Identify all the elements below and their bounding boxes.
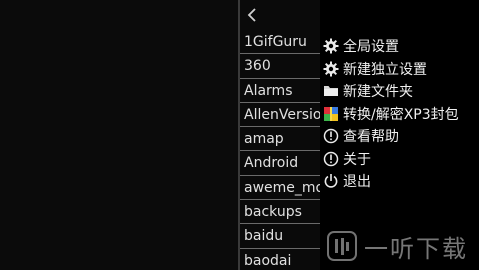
- info-icon: [322, 127, 340, 145]
- file-list-item[interactable]: aweme_monitor: [240, 176, 320, 201]
- file-browser-panel: 1GifGuru 360 Alarms AllenVersion amap An…: [240, 0, 320, 270]
- left-blank-area: [0, 0, 238, 270]
- file-list-item[interactable]: baodai: [240, 249, 320, 270]
- back-button[interactable]: [240, 0, 320, 30]
- file-list-item[interactable]: amap: [240, 127, 320, 152]
- file-list-item[interactable]: baidu: [240, 224, 320, 249]
- file-list-item[interactable]: Android: [240, 151, 320, 176]
- site-watermark: 一听下载: [326, 226, 479, 266]
- menu-item-label: 全局设置: [343, 39, 399, 56]
- chevron-left-icon: [246, 8, 260, 22]
- file-list-item[interactable]: backups: [240, 200, 320, 225]
- file-list-item[interactable]: Alarms: [240, 79, 320, 103]
- file-list-item[interactable]: 1GifGuru: [240, 30, 320, 55]
- gear-icon: [322, 37, 340, 55]
- menu-item-label: 新建独立设置: [343, 61, 427, 78]
- file-list: 1GifGuru 360 Alarms AllenVersion amap An…: [240, 30, 320, 270]
- file-list-item[interactable]: AllenVersion: [240, 103, 320, 128]
- watermark-text: 一听下载: [364, 234, 468, 263]
- menu-item-label: 新建文件夹: [343, 84, 413, 101]
- menu-list: 全局设置 新建独立设置 新建文件夹 转换/解密XP3封包 查看帮助 关于 退出: [320, 35, 479, 193]
- menu-item-convert-decrypt-xp3[interactable]: 转换/解密XP3封包: [320, 103, 479, 126]
- menu-item-label: 关于: [343, 151, 371, 168]
- power-icon: [322, 172, 340, 190]
- package-icon: [322, 105, 340, 123]
- menu-item-label: 转换/解密XP3封包: [343, 106, 459, 123]
- file-list-item[interactable]: 360: [240, 54, 320, 79]
- menu-item-global-settings[interactable]: 全局设置: [320, 35, 479, 58]
- menu-item-view-help[interactable]: 查看帮助: [320, 125, 479, 148]
- menu-item-exit[interactable]: 退出: [320, 170, 479, 193]
- menu-item-label: 查看帮助: [343, 129, 399, 146]
- menu-item-about[interactable]: 关于: [320, 148, 479, 171]
- menu-item-label: 退出: [343, 174, 371, 191]
- menu-item-new-folder[interactable]: 新建文件夹: [320, 80, 479, 103]
- info-icon: [322, 150, 340, 168]
- menu-item-new-independent-settings[interactable]: 新建独立设置: [320, 58, 479, 81]
- folder-icon: [322, 82, 340, 100]
- watermark-logo-icon: [326, 230, 358, 262]
- gear-icon: [322, 60, 340, 78]
